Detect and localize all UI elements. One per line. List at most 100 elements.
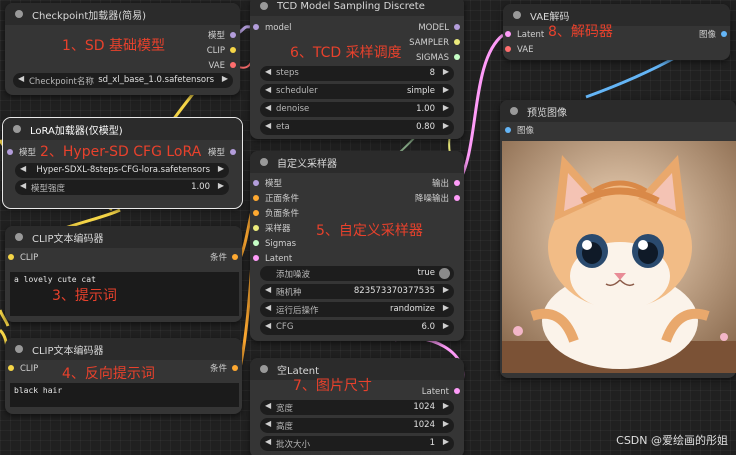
output-conditioning[interactable]: 条件 bbox=[210, 253, 238, 263]
tcd-model-sampling-node[interactable]: TCD Model Sampling Discrete model MODEL … bbox=[250, 0, 464, 139]
collapse-dot-icon[interactable] bbox=[513, 11, 521, 19]
pin-icon[interactable] bbox=[7, 148, 13, 155]
preview-image-node[interactable]: 预览图像 图像 bbox=[500, 100, 736, 378]
pin-icon[interactable] bbox=[8, 364, 14, 371]
input-clip[interactable]: CLIP bbox=[8, 364, 38, 374]
left-arrow-icon[interactable]: ◀ bbox=[265, 103, 271, 112]
pin-icon[interactable] bbox=[230, 46, 236, 53]
right-arrow-icon[interactable]: ▶ bbox=[222, 74, 228, 83]
output-clip[interactable]: CLIP bbox=[207, 46, 236, 56]
output-sampler[interactable]: SAMPLER bbox=[409, 38, 460, 48]
output-vae[interactable]: VAE bbox=[209, 61, 236, 71]
right-arrow-icon[interactable]: ▶ bbox=[443, 303, 449, 312]
right-arrow-icon[interactable]: ▶ bbox=[218, 164, 224, 173]
output-sigmas[interactable]: SIGMAS bbox=[416, 53, 460, 63]
custom-sampler-node[interactable]: 自定义采样器 模型 正面条件 负面条件 采样器 Sigmas Latent 输出… bbox=[250, 151, 464, 341]
output-model[interactable]: 模型 bbox=[208, 148, 236, 158]
pin-icon[interactable] bbox=[253, 23, 259, 30]
clip-text-encode-positive-node[interactable]: CLIP文本编码器 CLIP 条件 a lovely cute cat bbox=[5, 226, 242, 322]
right-arrow-icon[interactable]: ▶ bbox=[443, 103, 449, 112]
pin-icon[interactable] bbox=[253, 254, 259, 261]
pin-icon[interactable] bbox=[232, 253, 238, 260]
pin-icon[interactable] bbox=[230, 61, 236, 68]
input-clip[interactable]: CLIP bbox=[8, 253, 38, 263]
pin-icon[interactable] bbox=[505, 126, 511, 133]
node-header[interactable]: 预览图像 bbox=[500, 100, 736, 122]
prompt-textarea[interactable]: a lovely cute cat bbox=[10, 272, 239, 316]
right-arrow-icon[interactable]: ▶ bbox=[443, 437, 449, 446]
input-sigmas[interactable]: Sigmas bbox=[253, 239, 296, 249]
collapse-dot-icon[interactable] bbox=[510, 107, 518, 115]
width-widget[interactable]: ◀ 宽度 1024 ▶ bbox=[260, 400, 454, 415]
model-strength-slider[interactable]: ◀ 模型强度 1.00 ▶ bbox=[15, 180, 229, 195]
input-latent[interactable]: Latent bbox=[253, 254, 292, 264]
pin-icon[interactable] bbox=[253, 179, 259, 186]
right-arrow-icon[interactable]: ▶ bbox=[443, 85, 449, 94]
input-model[interactable]: 模型 bbox=[253, 179, 282, 189]
lora-loader-node[interactable]: LoRA加载器(仅模型) 模型 模型 ◀ Hyper-SDXL-8steps-C… bbox=[2, 117, 243, 209]
pin-icon[interactable] bbox=[8, 253, 14, 260]
left-arrow-icon[interactable]: ◀ bbox=[265, 401, 271, 410]
input-image[interactable]: 图像 bbox=[505, 126, 534, 136]
scheduler-widget[interactable]: ◀ scheduler simple ▶ bbox=[260, 84, 454, 99]
node-header[interactable]: 自定义采样器 bbox=[250, 151, 464, 173]
node-header[interactable]: VAE解码 bbox=[503, 4, 730, 26]
collapse-dot-icon[interactable] bbox=[13, 125, 21, 133]
pin-icon[interactable] bbox=[253, 239, 259, 246]
collapse-dot-icon[interactable] bbox=[260, 2, 268, 10]
pin-icon[interactable] bbox=[454, 387, 460, 394]
left-arrow-icon[interactable]: ◀ bbox=[265, 67, 271, 76]
height-widget[interactable]: ◀ 高度 1024 ▶ bbox=[260, 418, 454, 433]
right-arrow-icon[interactable]: ▶ bbox=[443, 321, 449, 330]
pin-icon[interactable] bbox=[505, 45, 511, 52]
left-arrow-icon[interactable]: ◀ bbox=[265, 419, 271, 428]
collapse-dot-icon[interactable] bbox=[260, 158, 268, 166]
left-arrow-icon[interactable]: ◀ bbox=[265, 285, 271, 294]
node-header[interactable]: LoRA加载器(仅模型) bbox=[3, 118, 242, 140]
pin-icon[interactable] bbox=[253, 224, 259, 231]
node-header[interactable]: Checkpoint加载器(简易) bbox=[5, 3, 240, 25]
toggle-knob-icon[interactable] bbox=[439, 268, 450, 279]
output-denoised-latent[interactable]: 降噪输出 bbox=[415, 194, 460, 204]
add-noise-toggle[interactable]: 添加噪波 true bbox=[260, 266, 454, 281]
pin-icon[interactable] bbox=[454, 179, 460, 186]
right-arrow-icon[interactable]: ▶ bbox=[443, 401, 449, 410]
empty-latent-node[interactable]: 空Latent Latent ◀ 宽度 1024 ▶ ◀ 高度 1024 ▶ ◀… bbox=[250, 358, 464, 455]
right-arrow-icon[interactable]: ▶ bbox=[443, 121, 449, 130]
output-latent[interactable]: Latent bbox=[422, 387, 460, 397]
output-model[interactable]: 模型 bbox=[208, 31, 236, 41]
lora-name-combo[interactable]: ◀ Hyper-SDXL-8steps-CFG-lora.safetensors… bbox=[15, 163, 229, 178]
node-header[interactable]: CLIP文本编码器 bbox=[5, 226, 242, 248]
left-arrow-icon[interactable]: ◀ bbox=[265, 85, 271, 94]
steps-widget[interactable]: ◀ steps 8 ▶ bbox=[260, 66, 454, 81]
input-model[interactable]: 模型 bbox=[7, 148, 36, 158]
pin-icon[interactable] bbox=[232, 364, 238, 371]
collapse-dot-icon[interactable] bbox=[15, 233, 23, 241]
left-arrow-icon[interactable]: ◀ bbox=[265, 303, 271, 312]
pin-icon[interactable] bbox=[505, 30, 511, 37]
left-arrow-icon[interactable]: ◀ bbox=[265, 321, 271, 330]
collapse-dot-icon[interactable] bbox=[15, 345, 23, 353]
input-sampler[interactable]: 采样器 bbox=[253, 224, 291, 234]
pin-icon[interactable] bbox=[230, 31, 236, 38]
ckpt-name-combo[interactable]: ◀ Checkpoint名称 sd_xl_base_1.0.safetensor… bbox=[13, 73, 233, 88]
seed-widget[interactable]: ◀ 随机种 823573370377535 ▶ bbox=[260, 284, 454, 299]
node-header[interactable]: CLIP文本编码器 bbox=[5, 338, 242, 360]
collapse-dot-icon[interactable] bbox=[260, 365, 268, 373]
collapse-dot-icon[interactable] bbox=[15, 10, 23, 18]
input-negative[interactable]: 负面条件 bbox=[253, 209, 299, 219]
eta-widget[interactable]: ◀ eta 0.80 ▶ bbox=[260, 120, 454, 135]
output-conditioning[interactable]: 条件 bbox=[210, 364, 238, 374]
right-arrow-icon[interactable]: ▶ bbox=[443, 285, 449, 294]
input-vae[interactable]: VAE bbox=[505, 45, 533, 55]
left-arrow-icon[interactable]: ◀ bbox=[20, 164, 26, 173]
cfg-widget[interactable]: ◀ CFG 6.0 ▶ bbox=[260, 320, 454, 335]
vae-decode-node[interactable]: VAE解码 Latent VAE 图像 bbox=[503, 4, 730, 60]
left-arrow-icon[interactable]: ◀ bbox=[265, 437, 271, 446]
right-arrow-icon[interactable]: ▶ bbox=[443, 419, 449, 428]
pin-icon[interactable] bbox=[721, 30, 727, 37]
pin-icon[interactable] bbox=[454, 38, 460, 45]
output-latent[interactable]: 输出 bbox=[432, 179, 460, 189]
pin-icon[interactable] bbox=[454, 23, 460, 30]
pin-icon[interactable] bbox=[454, 194, 460, 201]
